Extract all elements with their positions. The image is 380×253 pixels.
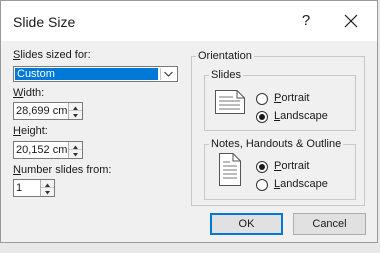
notes-landscape-label-rest: andscape [280,178,328,190]
slides-orientation-title: Slides [209,69,243,81]
slides-sized-for-select[interactable]: Custom [13,66,178,82]
portrait-page-icon [219,153,241,186]
dropdown-arrow-button[interactable] [160,68,176,80]
title-bar: Slide Size ? [1,1,377,41]
orientation-title: Orientation [196,50,254,62]
number-slides-from-label: Number slides from: [13,164,111,176]
slides-orientation-group: Slides Portrait Landscape [204,69,356,131]
number-slides-from-spinner[interactable]: 1 [13,179,55,197]
landscape-page-icon [215,90,245,114]
height-decrement-button[interactable] [69,150,82,158]
triangle-down-icon [45,191,50,195]
width-spin-buttons [68,103,82,119]
slides-portrait-label[interactable]: Portrait [274,92,309,104]
width-label-rest: idth: [23,87,45,99]
cancel-button[interactable]: Cancel [293,213,366,235]
triangle-down-icon [73,114,78,118]
notes-portrait-label-rest: ortrait [281,160,310,172]
slides-landscape-label[interactable]: Landscape [274,110,328,122]
width-label: Width: [13,87,44,99]
number-increment-button[interactable] [41,180,54,188]
notes-portrait-label[interactable]: Portrait [274,160,309,172]
height-accel: H [13,125,21,137]
slide-size-dialog: Slide Size ? Slides sized for: Custom Wi… [0,0,378,243]
notes-orientation-title: Notes, Handouts & Outline [209,138,344,150]
close-button[interactable] [339,9,363,33]
height-spinner[interactable]: 20,152 cm [13,141,83,159]
height-value[interactable]: 20,152 cm [16,144,67,157]
chevron-down-icon [164,71,173,77]
height-increment-button[interactable] [69,142,82,150]
width-increment-button[interactable] [69,103,82,111]
slides-landscape-label-rest: andscape [280,110,328,122]
slides-landscape-radio[interactable] [256,111,268,123]
height-label: Height: [13,125,48,137]
help-button[interactable]: ? [296,11,316,31]
dialog-title: Slide Size [13,14,76,30]
slides-sized-for-label-rest: lides sized for: [20,49,91,61]
notes-orientation-group: Notes, Handouts & Outline Portrait Lands… [204,138,356,200]
width-decrement-button[interactable] [69,111,82,119]
notes-landscape-label[interactable]: Landscape [274,178,328,190]
number-slides-from-value[interactable]: 1 [16,182,22,195]
notes-landscape-radio[interactable] [256,179,268,191]
ok-button[interactable]: OK [210,213,283,235]
number-slides-from-label-rest: umber slides from: [20,164,112,176]
number-decrement-button[interactable] [41,188,54,196]
notes-portrait-radio[interactable] [256,161,268,173]
height-spin-buttons [68,142,82,158]
slides-portrait-radio[interactable] [256,93,268,105]
slides-sized-for-value: Custom [15,68,158,80]
orientation-group: Orientation Slides Portrait Landscape No… [191,50,365,206]
number-slides-from-accel: N [13,164,21,176]
height-label-rest: eight: [20,125,48,137]
slides-portrait-label-rest: ortrait [281,92,310,104]
width-accel: W [13,87,24,99]
width-value[interactable]: 28,699 cm [16,105,67,118]
number-spin-buttons [40,180,54,196]
triangle-down-icon [73,153,78,157]
width-spinner[interactable]: 28,699 cm [13,102,83,120]
close-icon [344,14,358,28]
slides-sized-for-label: Slides sized for: [13,49,91,61]
